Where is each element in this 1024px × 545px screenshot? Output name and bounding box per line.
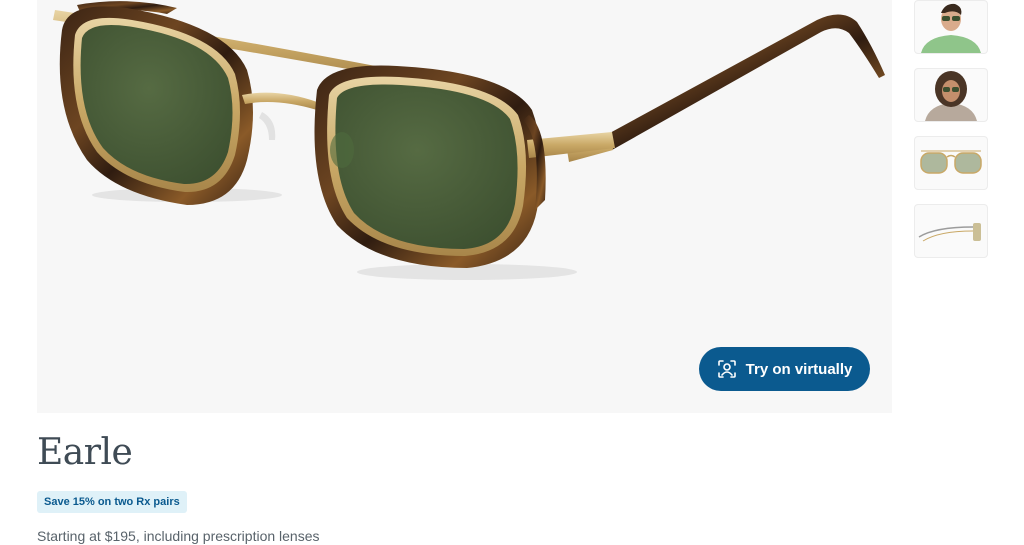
try-on-virtually-button[interactable]: Try on virtually xyxy=(699,347,870,391)
product-hero-image: Try on virtually xyxy=(37,0,892,413)
face-scan-icon xyxy=(717,359,737,379)
try-on-label: Try on virtually xyxy=(745,360,853,378)
thumbnail-gallery xyxy=(914,0,988,272)
thumbnail-model-woman[interactable] xyxy=(914,68,988,122)
promo-badge: Save 15% on two Rx pairs xyxy=(37,491,187,513)
thumbnail-side-view[interactable] xyxy=(914,204,988,258)
product-page: Try on virtually Earle Save 15% on two R… xyxy=(0,0,1024,545)
thumbnail-model-man[interactable] xyxy=(914,0,988,54)
thumbnail-front-view[interactable] xyxy=(914,136,988,190)
product-title: Earle xyxy=(37,432,133,473)
price-text: Starting at $195, including prescription… xyxy=(37,528,320,544)
